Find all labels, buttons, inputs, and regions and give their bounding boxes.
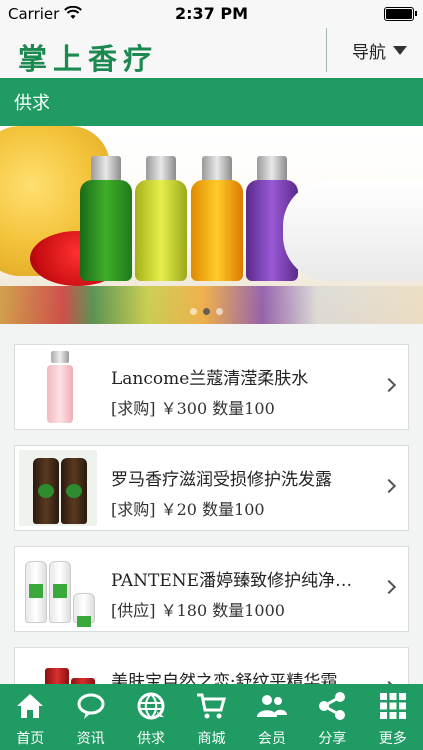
chevron-right-icon [381,579,397,595]
home-icon [13,689,47,723]
tab-label: 首页 [16,731,45,747]
item-meta: [求购] ￥300 数量100 [111,395,275,419]
item-title: PANTENE潘婷臻致修护纯净… [111,571,353,591]
tab-mall[interactable]: 商城 [181,684,241,750]
list-item[interactable]: PANTENE潘婷臻致修护纯净… [供应] ￥180 数量1000 [14,546,409,632]
list-item[interactable]: 罗马香疗滋润受损修护洗发露 [求购] ￥20 数量100 [14,445,409,531]
tab-more[interactable]: 更多 [363,684,423,750]
item-qty: 数量1000 [212,601,285,620]
banner-carousel[interactable] [0,126,423,324]
item-meta: [供应] ￥180 数量1000 [111,597,285,621]
tab-member[interactable]: 会员 [242,684,302,750]
tab-label: 供求 [137,731,166,747]
water-reflection [0,286,423,324]
item-tag: [求购] [111,399,156,418]
cart-icon [194,689,228,723]
tab-label: 分享 [318,731,347,747]
app-logo[interactable]: 掌上香疗 [18,36,158,78]
bottom-tab-bar: 首页 资讯 供求 商城 会员 分享 更多 [0,684,423,750]
carousel-dot[interactable] [190,308,197,315]
clock: 2:37 PM [174,4,248,23]
share-icon [315,689,349,723]
tab-share[interactable]: 分享 [302,684,362,750]
section-title: 供求 [0,81,423,126]
item-title: Lancome兰蔻清滢柔肤水 [111,369,309,389]
item-qty: 数量100 [212,399,275,418]
item-tag: [供应] [111,601,156,620]
users-icon [255,689,289,723]
list-item[interactable]: Lancome兰蔻清滢柔肤水 [求购] ￥300 数量100 [14,344,409,430]
chat-bubble-icon [74,689,108,723]
item-meta: [求购] ￥20 数量100 [111,496,265,520]
item-price: ￥180 [160,601,208,620]
globe-icon [134,689,168,723]
status-bar: Carrier 2:37 PM [0,0,423,28]
tab-label: 商城 [197,731,226,747]
grid-icon [376,689,410,723]
shampoo-bottles-icon [19,450,97,526]
toner-bottle-icon [19,349,97,425]
hair-care-set-icon [19,551,97,627]
carousel-dot-active[interactable] [203,308,210,315]
item-price: ￥300 [160,399,208,418]
item-price: ￥20 [160,500,197,519]
nav-menu-button[interactable]: 导航 [336,28,423,72]
nav-menu-label: 导航 [352,42,386,63]
oil-bottle-yellow [135,156,187,281]
item-tag: [求购] [111,500,156,519]
tab-label: 资讯 [76,731,105,747]
caret-down-icon [393,45,407,55]
oil-bottle-green [80,156,132,281]
tab-supply[interactable]: 供求 [121,684,181,750]
towel-image [283,181,423,281]
carousel-dot[interactable] [216,308,223,315]
chevron-right-icon [381,478,397,494]
tab-news[interactable]: 资讯 [60,684,120,750]
item-qty: 数量100 [202,500,265,519]
app-header: 掌上香疗 导航 [0,28,423,80]
chevron-right-icon [381,377,397,393]
tab-home[interactable]: 首页 [0,684,60,750]
tab-label: 更多 [378,731,407,747]
carousel-dots[interactable] [190,308,223,315]
battery-icon [384,7,417,21]
header-divider [326,28,327,72]
item-title: 罗马香疗滋润受损修护洗发露 [111,470,332,490]
tab-label: 会员 [257,731,286,747]
oil-bottle-orange [191,156,243,281]
